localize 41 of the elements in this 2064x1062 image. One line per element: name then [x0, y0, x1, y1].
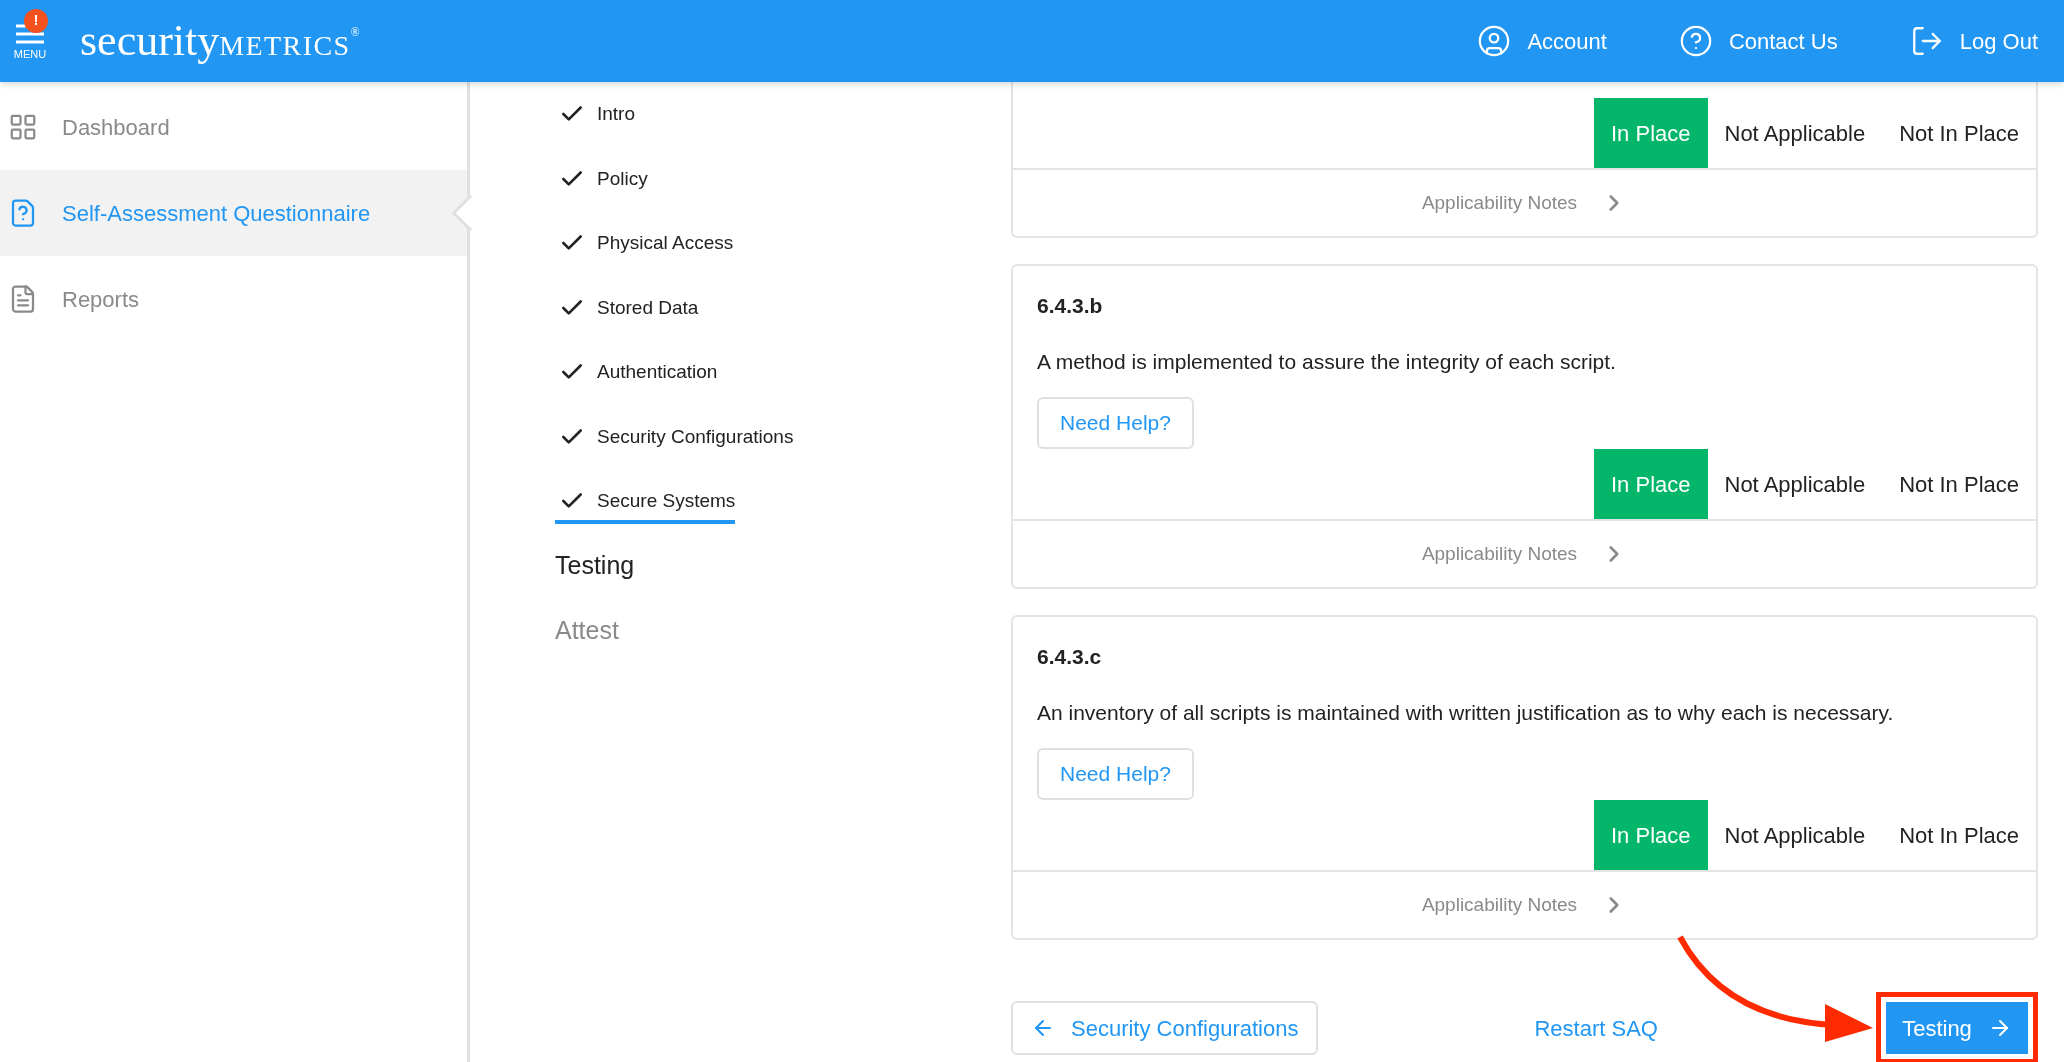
status-option[interactable]: Not Applicable [1707, 800, 1883, 870]
applicability-notes-toggle[interactable]: Applicability Notes [1013, 168, 2036, 236]
requirement-id: 6.4.3.b [1037, 293, 1104, 319]
alert-badge: ! [24, 8, 48, 33]
step-link[interactable]: Intro [555, 100, 636, 137]
status-option[interactable]: Not Applicable [1707, 449, 1883, 519]
requirement-text: An inventory of all scripts is maintained with written justification as to why each is necessary. [1037, 699, 1895, 726]
next-button[interactable]: Testing [1886, 1002, 2028, 1054]
requirement-text: A method is implemented to assure the integrity of each script. [1037, 348, 1617, 375]
menu-icon [15, 22, 45, 45]
status-option[interactable]: In Place [1594, 98, 1708, 168]
header-link[interactable]: Contact Us [1678, 24, 1838, 58]
restart-link[interactable]: Restart SAQ [1534, 1011, 1658, 1045]
header-link[interactable]: Log Out [1909, 24, 2038, 58]
sidebar-item[interactable]: Dashboard [0, 84, 467, 170]
help-button[interactable]: Need Help? [1037, 397, 1194, 449]
step-link[interactable]: Testing [555, 547, 635, 593]
status-option[interactable]: Not In Place [1882, 800, 2036, 870]
step-link[interactable]: Physical Access [555, 229, 734, 266]
applicability-notes-toggle[interactable]: Applicability Notes [1013, 519, 2036, 587]
help-button[interactable]: Need Help? [1037, 748, 1194, 800]
status-option[interactable]: Not In Place [1882, 449, 2036, 519]
requirement-id: 6.4.3.c [1037, 644, 1103, 670]
sidebar-item[interactable]: Reports [0, 256, 467, 342]
step-link[interactable]: Policy [555, 164, 648, 201]
grid-icon [8, 112, 38, 142]
step-link[interactable]: Security Configurations [555, 422, 794, 459]
applicability-notes-toggle[interactable]: Applicability Notes [1013, 870, 2036, 938]
header-link[interactable]: Account [1477, 24, 1607, 58]
step-link[interactable]: Authentication [555, 358, 718, 395]
status-option[interactable]: Not Applicable [1707, 98, 1883, 168]
step-link[interactable]: Stored Data [555, 293, 699, 330]
user-icon [1477, 24, 1512, 58]
back-button[interactable]: Security Configurations [1011, 1001, 1319, 1055]
help-icon [1678, 24, 1713, 58]
sidebar-item[interactable]: Self-Assessment Questionnaire [0, 170, 467, 256]
status-option[interactable]: Not In Place [1882, 98, 2036, 168]
status-option[interactable]: In Place [1594, 449, 1708, 519]
status-option[interactable]: In Place [1594, 800, 1708, 870]
logo: securityMETRICS® [80, 19, 360, 63]
step-link[interactable]: Secure Systems [555, 487, 736, 524]
